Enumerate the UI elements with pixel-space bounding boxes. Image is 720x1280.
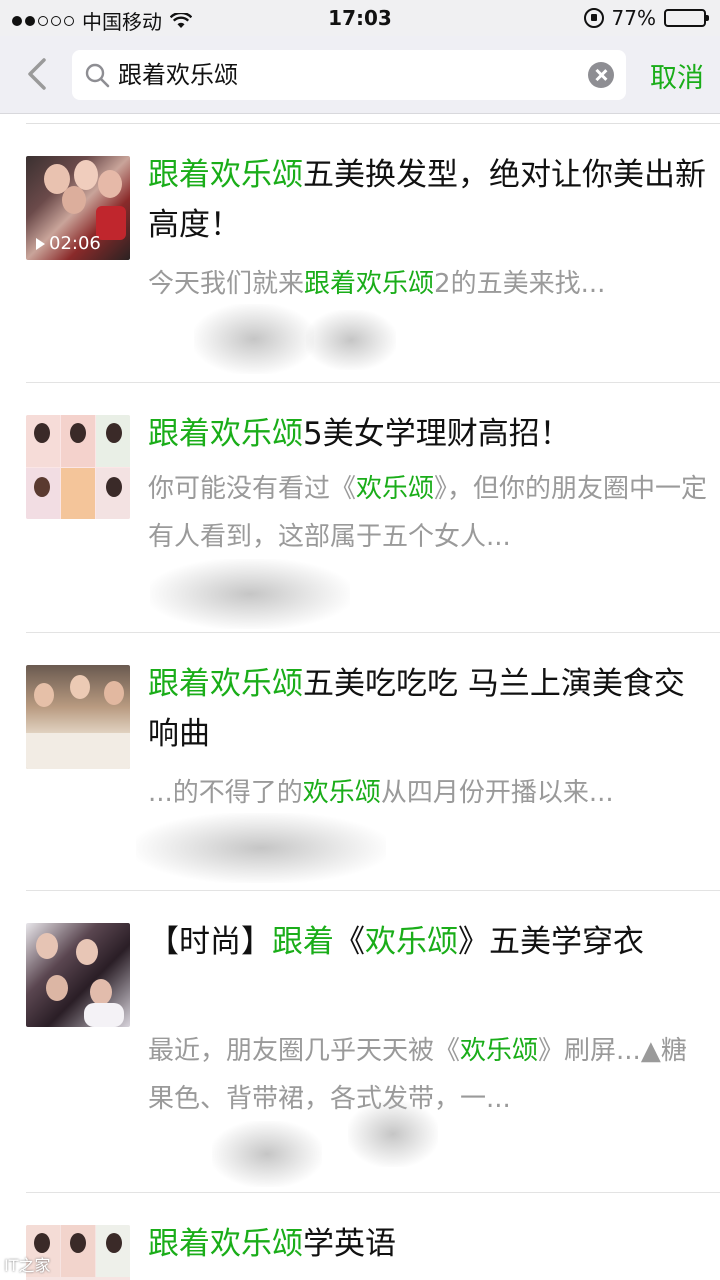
- status-right: 77%: [583, 6, 709, 30]
- highlighted-text: 跟着欢乐颂: [148, 157, 303, 193]
- text-segment: 今天我们就来: [148, 269, 305, 299]
- battery-percent: 77%: [611, 6, 656, 30]
- back-chevron-icon[interactable]: [20, 54, 56, 94]
- highlighted-text: 欢乐颂: [460, 1036, 539, 1066]
- search-input[interactable]: 跟着欢乐颂: [118, 50, 598, 100]
- article-thumbnail: [26, 415, 130, 519]
- blurred-meta: [136, 813, 386, 883]
- battery-icon: [664, 9, 709, 27]
- blurred-meta: [212, 1121, 322, 1187]
- cancel-button[interactable]: 取消: [650, 56, 704, 95]
- text-segment: 2的五美来找...: [434, 269, 606, 299]
- text-segment: ...的不得了的: [148, 778, 303, 808]
- result-title: 跟着欢乐颂5美女学理财高招！: [148, 409, 708, 459]
- video-thumbnail: 02:06: [26, 156, 130, 260]
- search-field[interactable]: 跟着欢乐颂: [72, 50, 626, 100]
- highlighted-text: 跟着欢乐颂: [304, 269, 435, 299]
- article-thumbnail: [26, 923, 130, 1027]
- result-title: 跟着欢乐颂五美换发型，绝对让你美出新高度！: [148, 150, 708, 250]
- text-segment: 最近，朋友圈几乎天天被《: [148, 1036, 461, 1066]
- article-thumbnail: [26, 665, 130, 769]
- result-snippet: 你可能没有看过《欢乐颂》，但你的朋友圈中一定有人看到，这部属于五个女人...: [148, 465, 708, 561]
- video-duration: 02:06: [36, 233, 101, 254]
- highlighted-text: 欢乐颂: [356, 474, 435, 504]
- search-icon: [85, 63, 110, 88]
- highlighted-text: 跟着欢乐颂: [148, 1226, 303, 1262]
- search-results-list: 02:06 跟着欢乐颂五美换发型，绝对让你美出新高度！ 今天我们就来跟着欢乐颂2…: [0, 114, 720, 1280]
- highlighted-text: 欢乐颂: [302, 778, 381, 808]
- text-segment: 学英语: [303, 1226, 396, 1262]
- text-segment: 从四月份开播以来...: [380, 778, 614, 808]
- blurred-meta: [306, 310, 396, 370]
- highlighted-text: 跟着欢乐颂: [148, 416, 303, 452]
- result-item[interactable]: 跟着欢乐颂学英语: [26, 1193, 720, 1280]
- result-item[interactable]: 跟着欢乐颂五美吃吃吃 马兰上演美食交响曲 ...的不得了的欢乐颂从四月份开播以来…: [26, 633, 720, 891]
- divider: [26, 114, 720, 124]
- result-item[interactable]: 02:06 跟着欢乐颂五美换发型，绝对让你美出新高度！ 今天我们就来跟着欢乐颂2…: [26, 124, 720, 383]
- result-title: 【时尚】跟着《欢乐颂》五美学穿衣: [148, 917, 708, 967]
- text-segment: 【时尚】: [148, 924, 272, 960]
- result-title: 跟着欢乐颂学英语: [148, 1219, 708, 1269]
- highlighted-text: 跟着欢乐颂: [148, 666, 303, 702]
- blurred-meta: [150, 559, 350, 629]
- text-segment: 》五美学穿衣: [458, 924, 644, 960]
- search-header: 跟着欢乐颂 取消: [0, 36, 720, 114]
- highlighted-text: 跟着: [272, 924, 334, 960]
- play-icon: [36, 237, 45, 250]
- text-segment: 《: [334, 924, 365, 960]
- highlighted-text: 欢乐颂: [365, 924, 458, 960]
- result-snippet: 今天我们就来跟着欢乐颂2的五美来找...: [148, 260, 708, 308]
- status-bar: 中国移动 17:03 77%: [0, 0, 720, 36]
- blurred-meta: [348, 1101, 438, 1167]
- watermark-logo: IT之家: [4, 1256, 51, 1275]
- blurred-meta: [194, 304, 314, 374]
- result-item[interactable]: 【时尚】跟着《欢乐颂》五美学穿衣 最近，朋友圈几乎天天被《欢乐颂》刷屏...▲糖…: [26, 891, 720, 1193]
- text-segment: 5美女学理财高招！: [303, 416, 571, 452]
- clear-icon[interactable]: [588, 62, 614, 88]
- text-segment: 你可能没有看过《: [148, 474, 357, 504]
- result-item[interactable]: 跟着欢乐颂5美女学理财高招！ 你可能没有看过《欢乐颂》，但你的朋友圈中一定有人看…: [26, 383, 720, 633]
- orientation-lock-icon: [583, 8, 604, 28]
- result-title: 跟着欢乐颂五美吃吃吃 马兰上演美食交响曲: [148, 659, 708, 759]
- result-snippet: ...的不得了的欢乐颂从四月份开播以来...: [148, 769, 708, 817]
